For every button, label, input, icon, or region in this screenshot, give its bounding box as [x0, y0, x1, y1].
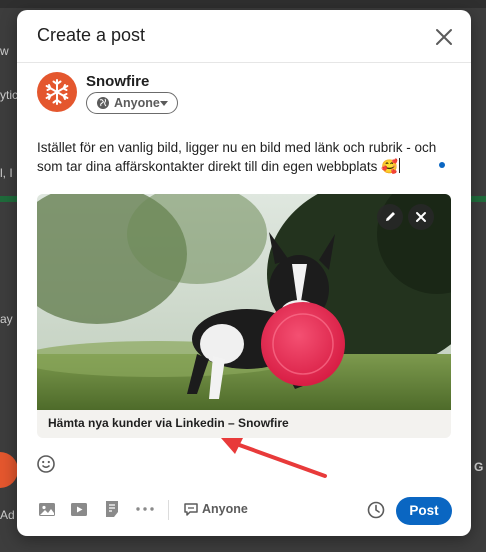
clock-icon	[367, 501, 385, 519]
post-text-editor[interactable]: Istället för en vanlig bild, ligger nu e…	[37, 138, 447, 176]
dialog-title: Create a post	[37, 25, 146, 45]
background-text: Ad	[0, 508, 15, 522]
chevron-down-icon	[160, 101, 168, 106]
audience-label: Anyone	[114, 96, 160, 110]
dialog-header: Create a post	[17, 10, 471, 63]
avatar	[37, 72, 77, 112]
image-icon	[39, 503, 55, 516]
grammar-indicator[interactable]	[439, 162, 445, 168]
snowflake-logo-icon	[45, 79, 69, 105]
divider	[168, 500, 169, 520]
background-accent	[470, 196, 486, 202]
video-icon	[71, 503, 87, 516]
comment-audience-label: Anyone	[202, 502, 248, 516]
background-text: w	[0, 44, 9, 58]
author-name: Snowfire	[86, 73, 150, 90]
emoji-button[interactable]	[36, 454, 56, 474]
background-text: ay	[0, 312, 13, 326]
background-accent	[0, 196, 18, 202]
edit-preview-button[interactable]	[377, 204, 403, 230]
annotation-arrow	[221, 438, 327, 478]
link-preview-card: Hämta nya kunder via Linkedin – Snowfire	[37, 194, 451, 438]
text-cursor	[399, 158, 400, 173]
pencil-icon	[386, 212, 395, 221]
add-photo-button[interactable]	[36, 498, 58, 520]
add-document-button[interactable]	[101, 498, 123, 520]
background-text: ytic	[0, 88, 18, 102]
create-post-dialog: Create a post Snowfire Anyone Istället f…	[17, 10, 471, 536]
schedule-button[interactable]	[366, 500, 386, 520]
dialog-footer: Anyone Post	[17, 488, 471, 536]
more-options-button[interactable]	[134, 498, 156, 520]
background-avatar	[0, 452, 18, 488]
globe-icon	[97, 97, 109, 109]
post-text: Istället för en vanlig bild, ligger nu e…	[37, 140, 437, 174]
background-top-bar	[0, 0, 486, 8]
audience-selector[interactable]: Anyone	[86, 92, 178, 114]
remove-preview-button[interactable]	[408, 204, 434, 230]
add-video-button[interactable]	[68, 498, 90, 520]
close-button[interactable]	[431, 24, 457, 50]
link-preview-title[interactable]: Hämta nya kunder via Linkedin – Snowfire	[48, 416, 289, 430]
background-text: l, I	[0, 166, 13, 180]
close-icon	[416, 212, 426, 222]
smiley-icon	[37, 455, 55, 473]
background-text: G	[474, 460, 484, 474]
close-icon	[436, 29, 452, 45]
post-button[interactable]: Post	[396, 497, 452, 525]
more-icon	[136, 507, 154, 511]
document-icon	[106, 501, 118, 517]
comment-icon	[184, 503, 198, 516]
